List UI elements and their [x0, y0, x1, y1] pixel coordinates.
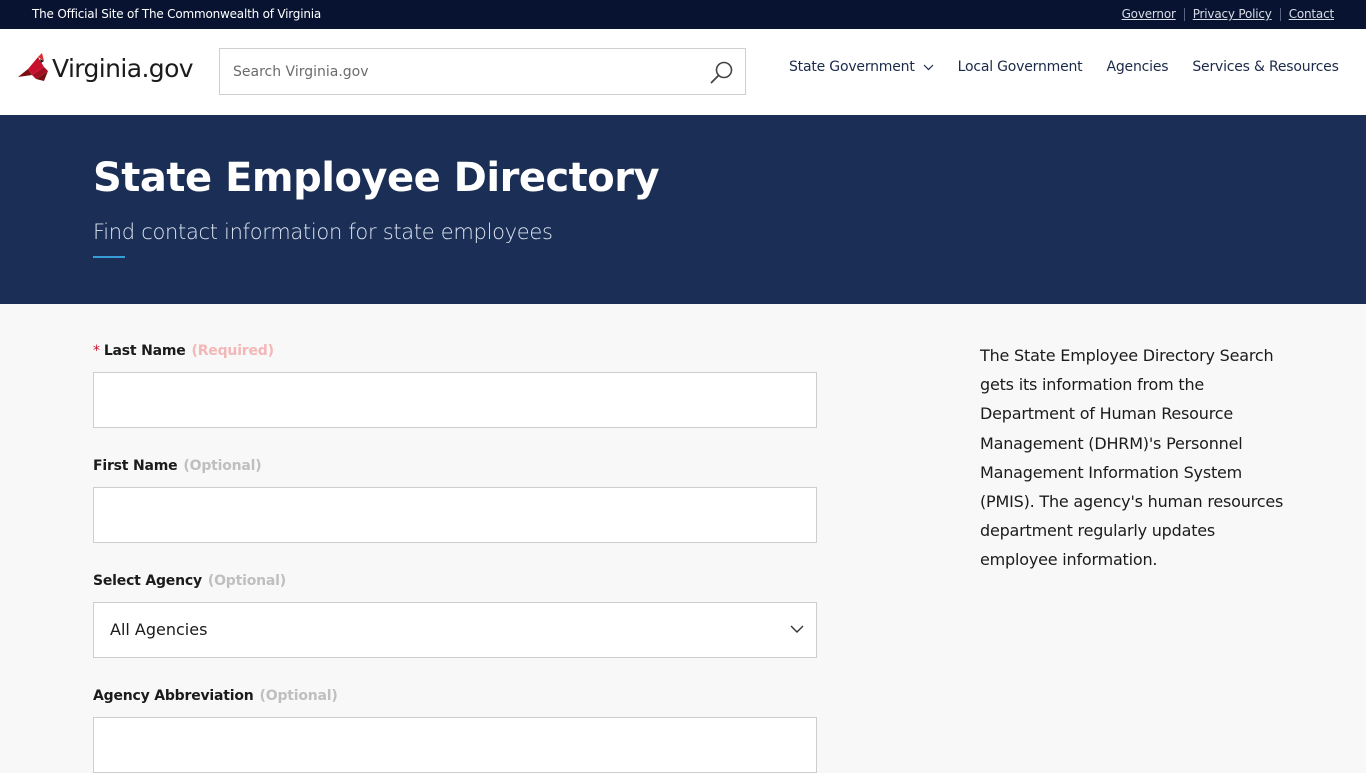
- divider: [1279, 7, 1281, 21]
- utility-links: Governor Privacy Policy Contact: [1122, 7, 1335, 21]
- cardinal-icon: [18, 53, 48, 81]
- agency-select[interactable]: All Agencies: [93, 602, 817, 658]
- contact-link[interactable]: Contact: [1289, 7, 1334, 21]
- page-subtitle: Find contact information for state emplo…: [93, 220, 553, 244]
- last-name-label-text: Last Name: [103, 343, 186, 359]
- nav-state-government[interactable]: State Government: [789, 59, 934, 75]
- governor-link[interactable]: Governor: [1122, 7, 1176, 21]
- page-hero: State Employee Directory Find contact in…: [0, 115, 1366, 304]
- top-utility-bar: The Official Site of The Commonwealth of…: [0, 0, 1366, 29]
- required-hint: (Required): [191, 343, 274, 359]
- search-icon[interactable]: [709, 60, 735, 86]
- first-name-input[interactable]: [94, 488, 816, 542]
- agency-abbreviation-label: Agency Abbreviation (Optional): [93, 688, 338, 704]
- chevron-down-icon: [923, 64, 934, 70]
- chevron-down-icon: [790, 625, 804, 633]
- agency-abbreviation-label-text: Agency Abbreviation: [93, 688, 254, 704]
- page-title: State Employee Directory: [93, 155, 660, 201]
- search-input[interactable]: [220, 49, 700, 94]
- logo-text: Virginia.gov: [52, 53, 194, 83]
- last-name-field: [93, 372, 817, 428]
- site-search: [219, 48, 746, 95]
- divider: [1183, 7, 1185, 21]
- nav-agencies[interactable]: Agencies: [1106, 59, 1168, 75]
- nav-state-government-label: State Government: [789, 59, 915, 75]
- last-name-input[interactable]: [94, 373, 816, 427]
- first-name-label-text: First Name: [93, 458, 178, 474]
- required-star: *: [93, 343, 100, 359]
- last-name-label: * Last Name (Required): [93, 343, 274, 359]
- main-navigation: State Government Local Government Agenci…: [789, 59, 1339, 75]
- privacy-policy-link[interactable]: Privacy Policy: [1193, 7, 1272, 21]
- agency-label-text: Select Agency: [93, 573, 202, 589]
- agency-label: Select Agency (Optional): [93, 573, 286, 589]
- virginia-gov-logo[interactable]: Virginia.gov: [14, 51, 194, 85]
- agency-abbreviation-field: [93, 717, 817, 773]
- optional-hint: (Optional): [259, 688, 338, 704]
- nav-local-government[interactable]: Local Government: [958, 59, 1083, 75]
- agency-abbreviation-input[interactable]: [94, 718, 816, 772]
- nav-services-resources[interactable]: Services & Resources: [1192, 59, 1339, 75]
- agency-select-value: All Agencies: [110, 620, 208, 639]
- optional-hint: (Optional): [207, 573, 286, 589]
- site-header: Virginia.gov State Government Local Gove…: [0, 29, 1366, 115]
- optional-hint: (Optional): [183, 458, 262, 474]
- directory-info-text: The State Employee Directory Search gets…: [980, 346, 1284, 570]
- official-site-text: The Official Site of The Commonwealth of…: [32, 7, 322, 21]
- accent-underline: [93, 256, 125, 258]
- first-name-field: [93, 487, 817, 543]
- first-name-label: First Name (Optional): [93, 458, 262, 474]
